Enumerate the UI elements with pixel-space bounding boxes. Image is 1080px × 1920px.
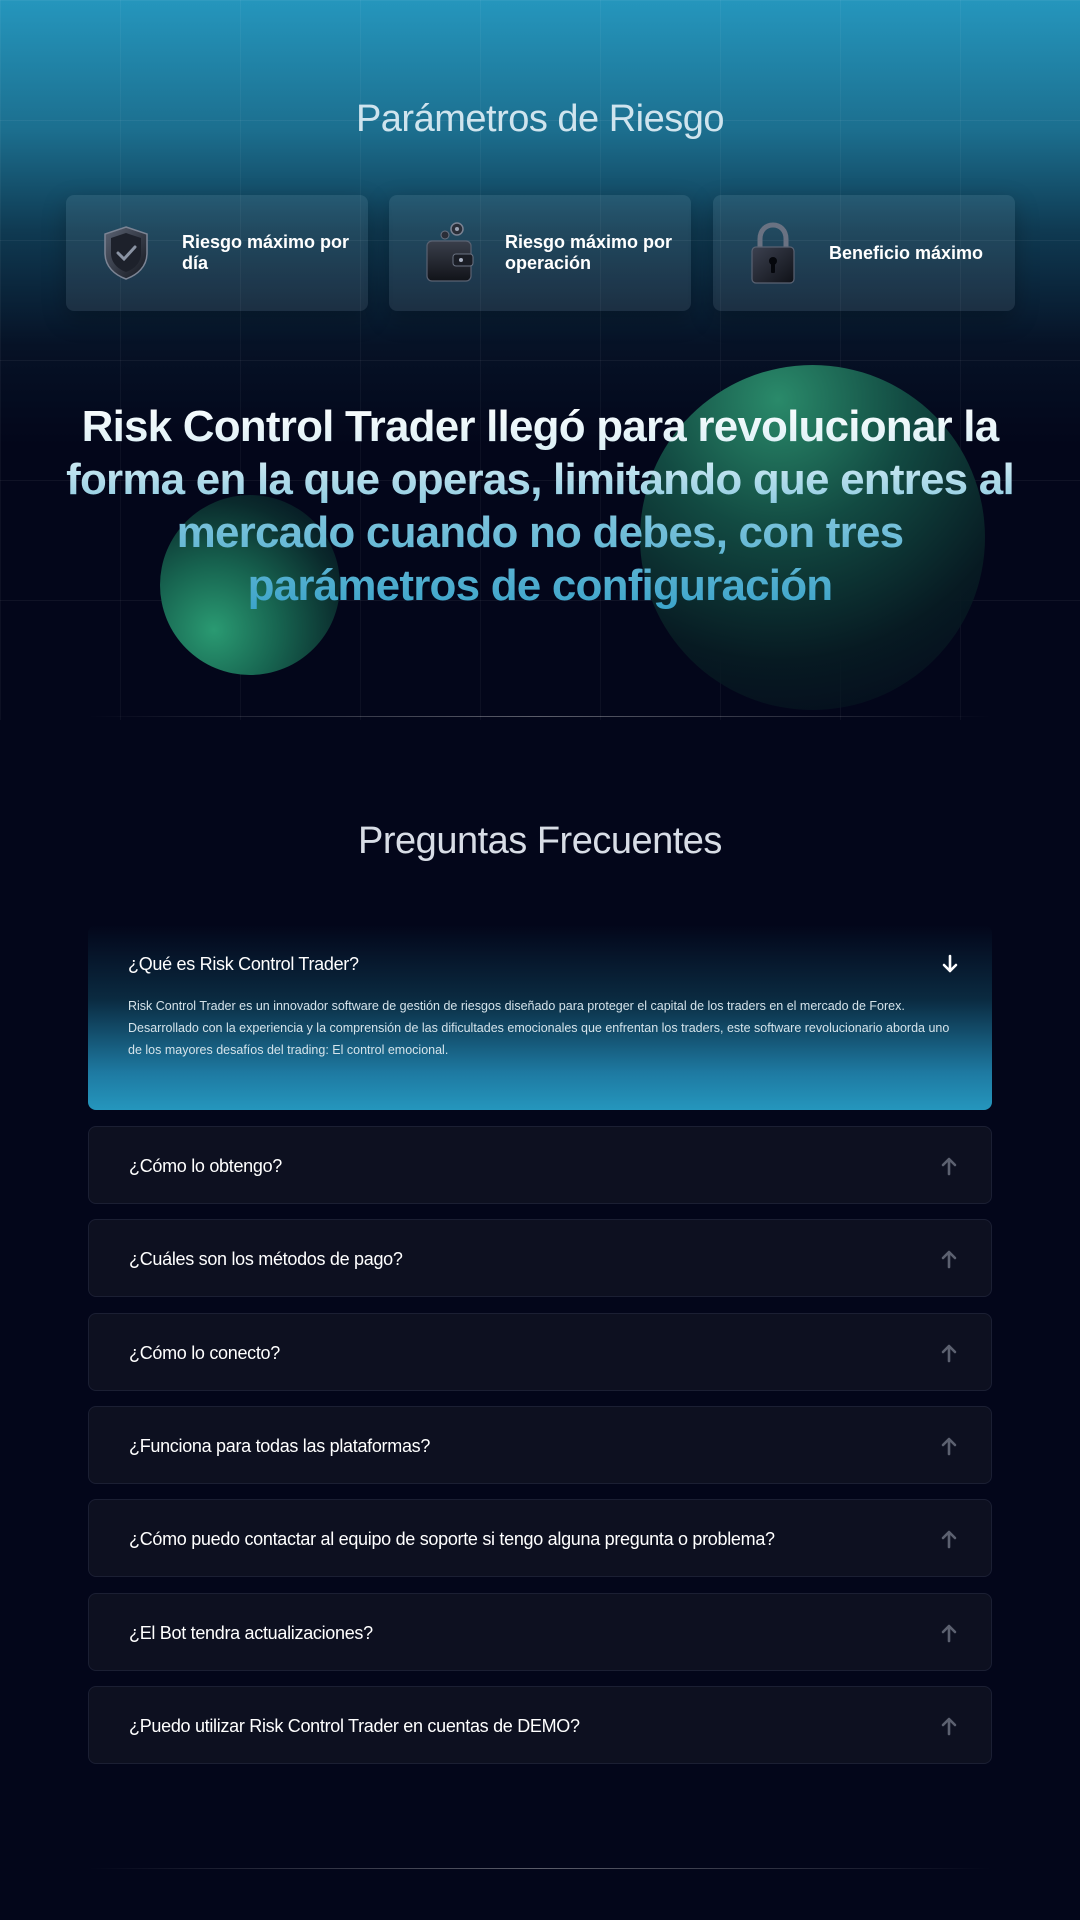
faq-question[interactable]: ¿Cómo lo conecto? bbox=[129, 1314, 280, 1392]
section-divider bbox=[88, 716, 992, 717]
param-label-max-profit: Beneficio máximo bbox=[829, 242, 984, 263]
param-label-operation-risk: Riesgo máximo por operación bbox=[505, 232, 673, 273]
arrow-up-icon[interactable] bbox=[937, 1621, 961, 1645]
faq-item[interactable]: ¿Cuáles son los métodos de pago? bbox=[88, 1219, 992, 1297]
shield-icon bbox=[96, 218, 156, 288]
faq-item[interactable]: ¿Cómo lo conecto? bbox=[88, 1313, 992, 1391]
faq-question[interactable]: ¿Cómo lo obtengo? bbox=[129, 1127, 282, 1205]
faq-item[interactable]: ¿Cómo puedo contactar al equipo de sopor… bbox=[88, 1499, 992, 1577]
faq-answer: Risk Control Trader es un innovador soft… bbox=[128, 999, 950, 1057]
risk-parameters-title: Parámetros de Riesgo bbox=[355, 98, 725, 140]
arrow-down-icon[interactable] bbox=[938, 952, 962, 976]
arrow-up-icon[interactable] bbox=[937, 1434, 961, 1458]
faq-item[interactable]: ¿Cómo lo obtengo? bbox=[88, 1126, 992, 1204]
param-card-max-profit: Beneficio máximo bbox=[713, 195, 1015, 311]
faq-question[interactable]: ¿Qué es Risk Control Trader? bbox=[128, 925, 359, 1003]
padlock-icon bbox=[743, 218, 803, 288]
faq-item[interactable]: ¿Funciona para todas las plataformas? bbox=[88, 1406, 992, 1484]
arrow-up-icon[interactable] bbox=[937, 1527, 961, 1551]
param-label-daily-risk: Riesgo máximo por día bbox=[182, 232, 350, 273]
faq-item[interactable]: ¿Puedo utilizar Risk Control Trader en c… bbox=[88, 1686, 992, 1764]
footer-divider bbox=[88, 1868, 992, 1869]
param-card-daily-risk: Riesgo máximo por día bbox=[66, 195, 368, 311]
faq-question[interactable]: ¿Cuáles son los métodos de pago? bbox=[129, 1220, 403, 1298]
faq-question[interactable]: ¿Funciona para todas las plataformas? bbox=[129, 1407, 430, 1485]
wallet-icon bbox=[419, 218, 479, 288]
faq-item[interactable]: ¿El Bot tendra actualizaciones? bbox=[88, 1593, 992, 1671]
hero-headline: Risk Control Trader llegó para revolucio… bbox=[60, 400, 1020, 612]
arrow-up-icon[interactable] bbox=[937, 1247, 961, 1271]
arrow-up-icon[interactable] bbox=[937, 1341, 961, 1365]
faq-question[interactable]: ¿El Bot tendra actualizaciones? bbox=[129, 1594, 373, 1672]
param-card-operation-risk: Riesgo máximo por operación bbox=[389, 195, 691, 311]
faq-question[interactable]: ¿Puedo utilizar Risk Control Trader en c… bbox=[129, 1687, 580, 1765]
faq-item-expanded[interactable]: ¿Qué es Risk Control Trader? Risk Contro… bbox=[88, 925, 992, 1110]
arrow-up-icon[interactable] bbox=[937, 1154, 961, 1178]
arrow-up-icon[interactable] bbox=[937, 1714, 961, 1738]
faq-title: Preguntas Frecuentes bbox=[358, 820, 722, 862]
faq-question[interactable]: ¿Cómo puedo contactar al equipo de sopor… bbox=[129, 1500, 775, 1578]
